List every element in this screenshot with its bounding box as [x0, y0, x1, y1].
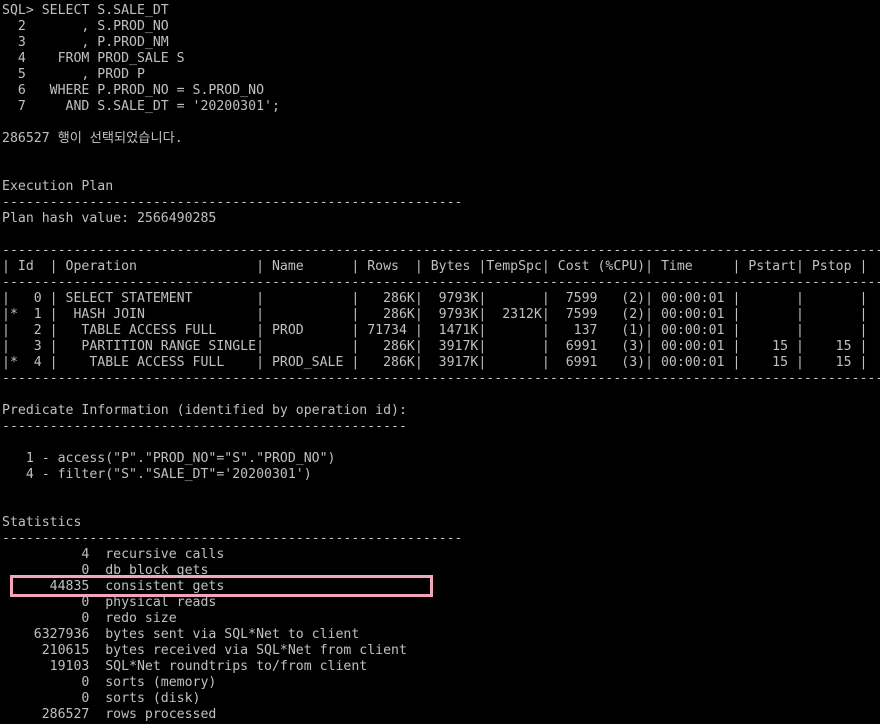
console-line: 0 db block gets: [2, 563, 209, 578]
console-line: Execution Plan: [2, 179, 114, 194]
console-line: 5 , PROD P: [2, 67, 145, 82]
console-line: 286527 rows processed: [2, 707, 217, 722]
console-line: SQL> SELECT S.SALE_DT: [2, 3, 169, 18]
console-line: Statistics: [2, 515, 82, 530]
console-line: | 3 | PARTITION RANGE SINGLE| | 286K| 39…: [2, 339, 868, 354]
console-line: ----------------------------------------…: [2, 419, 407, 434]
console-line: 0 sorts (memory): [2, 675, 217, 690]
console-line: 210615 bytes received via SQL*Net from c…: [2, 643, 407, 658]
console-line: 2 , S.PROD_NO: [2, 19, 169, 34]
console-line: ----------------------------------------…: [2, 275, 880, 290]
console-line: Plan hash value: 2566490285: [2, 211, 217, 226]
console-line: | 0 | SELECT STATEMENT | | 286K| 9793K| …: [2, 291, 868, 306]
console-line: 3 , P.PROD_NM: [2, 35, 169, 50]
console-line: | 2 | TABLE ACCESS FULL | PROD | 71734 |…: [2, 323, 868, 338]
console-line: ----------------------------------------…: [2, 531, 463, 546]
console-line: 6327936 bytes sent via SQL*Net to client: [2, 627, 360, 642]
console-line: | Id | Operation | Name | Rows | Bytes |…: [2, 259, 868, 274]
console-line: 4 - filter("S"."SALE_DT"='20200301'): [2, 467, 312, 482]
console-line: 19103 SQL*Net roundtrips to/from client: [2, 659, 368, 674]
console-line: 0 redo size: [2, 611, 177, 626]
console-line: 4 recursive calls: [2, 547, 225, 562]
console-line: 286527 행이 선택되었습니다.: [2, 131, 183, 146]
console-line: |* 4 | TABLE ACCESS FULL | PROD_SALE | 2…: [2, 355, 868, 370]
console-line: 1 - access("P"."PROD_NO"="S"."PROD_NO"): [2, 451, 336, 466]
console-line: 6 WHERE P.PROD_NO = S.PROD_NO: [2, 83, 265, 98]
console-line: 44835 consistent gets: [2, 579, 225, 594]
console-line: |* 1 | HASH JOIN | | 286K| 9793K| 2312K|…: [2, 307, 868, 322]
console-line: 7 AND S.SALE_DT = '20200301';: [2, 99, 280, 114]
console-line: ----------------------------------------…: [2, 195, 463, 210]
console-line: Predicate Information (identified by ope…: [2, 403, 407, 418]
console-line: ----------------------------------------…: [2, 371, 880, 386]
console-line: ----------------------------------------…: [2, 243, 880, 258]
console-line: 0 sorts (disk): [2, 691, 201, 706]
console-line: 0 physical reads: [2, 595, 217, 610]
console-line: 4 FROM PROD_SALE S: [2, 51, 185, 66]
console-window[interactable]: SQL> SELECT S.SALE_DT 2 , S.PROD_NO 3 , …: [0, 0, 880, 724]
